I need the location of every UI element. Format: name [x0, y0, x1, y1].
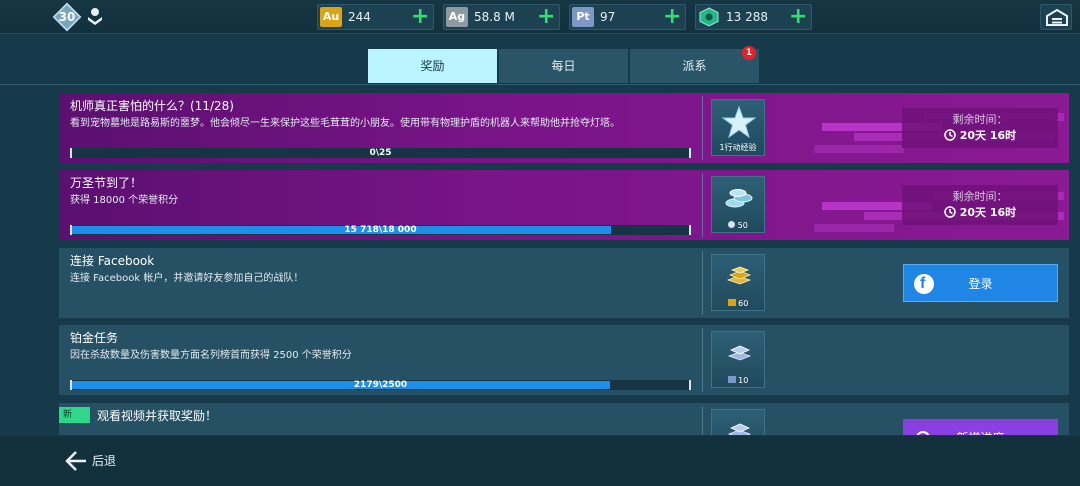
- notification-badge: 1: [742, 46, 756, 60]
- reward-label: 60: [712, 299, 764, 308]
- reward-slot[interactable]: 1行动经验: [711, 99, 765, 156]
- card-title: 万圣节到了！: [70, 176, 143, 190]
- reward-slot[interactable]: 50: [711, 176, 765, 233]
- add-silver-button[interactable]: +: [537, 6, 555, 28]
- reward-slot[interactable]: 10: [711, 331, 765, 388]
- back-arrow-icon[interactable]: [64, 450, 88, 472]
- add-token-button[interactable]: +: [789, 6, 807, 28]
- bottom-bar: 后退: [0, 436, 1080, 486]
- platinum-small-icon: [727, 376, 736, 383]
- card-title: 观看视频并获取奖励！: [97, 409, 218, 423]
- list-item: 新 观看视频并获取奖励！ 新增进度: [59, 403, 1069, 435]
- timer-value: 20天 16时: [902, 204, 1058, 220]
- platinum-icon: Pt: [572, 7, 594, 27]
- tab-daily[interactable]: 每日: [499, 49, 628, 83]
- timer-value: 20天 16时: [902, 127, 1058, 143]
- token-value: 13 288: [726, 10, 768, 24]
- reward-amount: 10: [738, 376, 749, 385]
- timer-label: 剩余时间：: [952, 190, 1008, 203]
- tab-divider: [0, 84, 1080, 85]
- star-icon: [721, 105, 757, 139]
- add-gold-button[interactable]: +: [411, 6, 429, 28]
- divider: [702, 406, 703, 435]
- gold-small-icon: [727, 299, 736, 306]
- progress-bar: 0\25: [70, 148, 691, 158]
- divider: [702, 251, 703, 315]
- back-button[interactable]: 后退: [92, 452, 116, 469]
- reward-label: 1行动经验: [719, 143, 757, 152]
- timer-box: 剩余时间： 20天 16时: [902, 185, 1058, 225]
- watch-video-button[interactable]: 新增进度: [903, 419, 1058, 435]
- list-item: 机师真正害怕的什么？(11/28) 看到宠物墓地是路易斯的噩梦。他会倾尽一生来保…: [59, 93, 1069, 163]
- gold-bars-icon: [726, 266, 752, 285]
- stripe: [814, 224, 894, 232]
- gold-value: 244: [348, 10, 371, 24]
- divider: [702, 173, 703, 237]
- divider: [702, 328, 703, 392]
- platinum-currency: Pt 97 +: [569, 4, 686, 30]
- coins-icon: [725, 189, 753, 208]
- list-item: 铂金任务 因在杀敌数量及伤害数量方面名列榜首而获得 2500 个荣誉积分 217…: [59, 325, 1069, 395]
- progress-text: 2179\2500: [353, 380, 408, 390]
- stripe: [814, 145, 904, 153]
- silver-icon: Ag: [446, 7, 468, 27]
- add-platinum-button[interactable]: +: [663, 6, 681, 28]
- hangar-icon: [1046, 9, 1068, 26]
- clock-icon: [944, 129, 956, 141]
- reward-amount: 50: [737, 221, 748, 230]
- card-description: 看到宠物墓地是路易斯的噩梦。他会倾尽一生来保护这些毛茸茸的小朋友。使用带有物理护…: [70, 118, 620, 129]
- platinum-bars-icon: [727, 345, 752, 361]
- honor-icon: [728, 221, 736, 228]
- reward-label: 10: [712, 376, 764, 385]
- list-item: 万圣节到了！ 获得 18000 个荣誉积分 15 718\18 000 50 剩…: [59, 170, 1069, 240]
- card-description: 获得 18000 个荣誉积分: [70, 195, 179, 206]
- silver-currency: Ag 58.8 M +: [443, 4, 560, 30]
- reward-slot[interactable]: [711, 409, 765, 435]
- facebook-login-button[interactable]: f 登录: [903, 264, 1058, 302]
- video-button-label: 新增进度: [903, 419, 1058, 435]
- reward-label: 50: [712, 221, 764, 230]
- platinum-bars-icon: [727, 423, 752, 435]
- tab-rewards[interactable]: 奖励: [368, 49, 497, 83]
- tab-faction[interactable]: 派系 1: [630, 46, 759, 83]
- level-value: 30: [58, 10, 76, 24]
- progress-text: 0\25: [369, 148, 392, 158]
- new-tag: 新: [59, 407, 90, 423]
- hexagon-token-icon: [699, 7, 719, 27]
- progress-bar: 15 718\18 000: [70, 225, 691, 235]
- gold-currency: Au 244 +: [317, 4, 434, 30]
- progress-text: 15 718\18 000: [344, 225, 417, 235]
- reward-slot[interactable]: 60: [711, 254, 765, 311]
- card-title: 铂金任务: [70, 331, 119, 345]
- top-bar: 30 Au 244 + Ag 58.8 M + Pt 97 + 13 288 +: [0, 0, 1080, 34]
- rank-chevron-icon[interactable]: [84, 6, 106, 28]
- timer-text: 20天 16时: [959, 129, 1017, 142]
- card-description: 连接 Facebook 帐户，并邀请好友参加自己的战队！: [70, 273, 304, 284]
- timer-label: 剩余时间：: [952, 113, 1008, 126]
- reward-list[interactable]: 机师真正害怕的什么？(11/28) 看到宠物墓地是路易斯的噩梦。他会倾尽一生来保…: [59, 93, 1069, 435]
- divider: [702, 96, 703, 160]
- card-title: 机师真正害怕的什么？(11/28): [70, 99, 234, 113]
- card-description: 因在杀敌数量及伤害数量方面名列榜首而获得 2500 个荣誉积分: [70, 350, 352, 361]
- login-label: 登录: [968, 277, 993, 291]
- timer-box: 剩余时间： 20天 16时: [902, 108, 1058, 148]
- timer-text: 20天 16时: [959, 206, 1017, 219]
- clock-icon: [944, 206, 956, 218]
- tab-faction-label: 派系: [682, 59, 707, 73]
- card-title: 连接 Facebook: [70, 254, 155, 268]
- list-item: 连接 Facebook 连接 Facebook 帐户，并邀请好友参加自己的战队！…: [59, 248, 1069, 318]
- gold-icon: Au: [320, 7, 342, 27]
- keys-currency: 13 288 +: [695, 4, 812, 30]
- progress-bar: 2179\2500: [70, 380, 691, 390]
- reward-amount: 60: [738, 299, 749, 308]
- platinum-value: 97: [600, 10, 616, 24]
- silver-value: 58.8 M: [474, 10, 515, 24]
- hangar-button[interactable]: [1040, 4, 1072, 30]
